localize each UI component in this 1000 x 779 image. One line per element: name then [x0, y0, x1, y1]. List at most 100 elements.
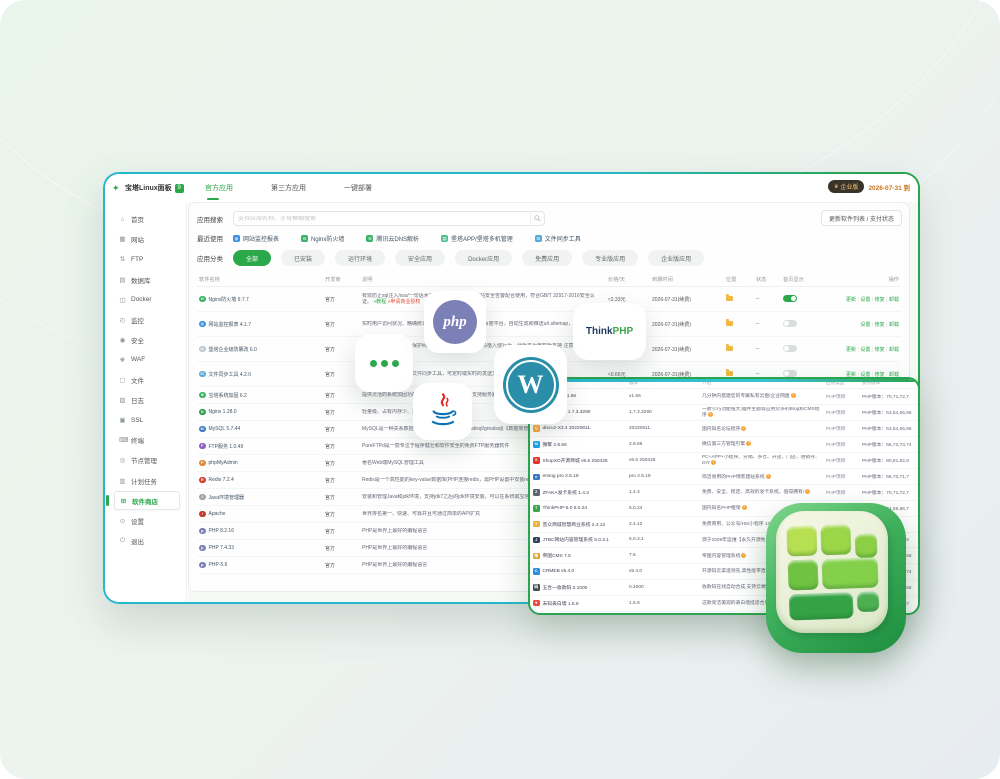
action-设置[interactable]: 设置 [860, 322, 870, 328]
sidebar-item-logs[interactable]: ▧日志 [114, 391, 186, 410]
action-更新[interactable]: 更新 [846, 347, 856, 353]
recent-item-nginx-waf[interactable]: ⊖Nginx防火墙 [301, 234, 344, 243]
app-name[interactable]: ◍网站监控报表 4.1.7 [199, 321, 321, 328]
tab-third-party-apps[interactable]: 第三方应用 [271, 183, 306, 193]
action-修复[interactable]: 修复 [875, 297, 885, 303]
category-installed[interactable]: 已安装 [281, 250, 325, 266]
deploy-app-name[interactable]: Qdiscuz-X3.4 20220811. [533, 425, 623, 432]
sidebar-item-node-manage[interactable]: ◎节点管理 [114, 451, 186, 470]
sidebar-item-terminal[interactable]: ⌨终端 [114, 431, 186, 450]
thinkphp-card: ThinkPHP [573, 303, 646, 360]
help-icon[interactable]: ? [746, 441, 751, 446]
tab-one-click-deploy[interactable]: 一键部署 [344, 183, 372, 193]
app-name[interactable]: ⊖Nginx防火墙 9.7.7 [199, 296, 321, 303]
deploy-app-name[interactable]: 帝帝国CMS 7.5 [533, 552, 623, 559]
sidebar-item-database[interactable]: ▤数据库 [114, 270, 186, 289]
category-pro-apps[interactable]: 专业版应用 [582, 250, 638, 266]
apache-icon: / [199, 511, 206, 518]
table-header: 状态 [754, 273, 781, 287]
home-display-toggle[interactable] [783, 295, 797, 302]
tutorial-link[interactable]: »教程 [373, 299, 386, 305]
app-name[interactable]: pPHP-5.6 [199, 562, 321, 569]
sidebar-item-home[interactable]: ⌂首页 [114, 210, 186, 229]
search-icon[interactable] [530, 211, 544, 226]
sidebar-item-waf[interactable]: ❋WAF [114, 351, 186, 370]
action-设置[interactable]: 设置 [860, 297, 870, 303]
help-icon[interactable]: ? [741, 553, 746, 558]
action-设置[interactable]: 设置 [860, 347, 870, 353]
app-name[interactable]: JJava环境管理器 [199, 494, 321, 501]
app-name[interactable]: pPHP 7.4.33 [199, 545, 321, 552]
sidebar-item-site[interactable]: ▦网站 [114, 230, 186, 249]
folder-icon[interactable] [726, 346, 733, 351]
help-icon[interactable]: ? [711, 460, 716, 465]
status-cell: -- [754, 287, 781, 312]
action-更新[interactable]: 更新 [846, 297, 856, 303]
app-name[interactable]: /Apache [199, 511, 321, 518]
deploy-app-name[interactable]: ♥未知表白墙 1.5.9 [533, 600, 623, 607]
home-display-toggle[interactable] [783, 320, 797, 327]
sidebar-item-cron[interactable]: ▥计划任务 [114, 471, 186, 490]
deploy-app-name[interactable]: Y芸众商城智慧商业系统 2.4.12 [533, 521, 623, 528]
sidebar-item-files[interactable]: ▢文件 [114, 371, 186, 390]
deploy-version-cell: v6.6 250428 [626, 452, 699, 469]
app-name[interactable]: PphpMyAdmin [199, 460, 321, 467]
app-name[interactable]: RRedis 7.2.4 [199, 477, 321, 484]
home-display-toggle[interactable] [783, 345, 797, 352]
app-name[interactable]: MMySQL 5.7.44 [199, 426, 321, 433]
update-software-list-button[interactable]: 更新软件列表 / 支付状态 [821, 210, 902, 226]
help-icon[interactable]: ? [708, 412, 713, 417]
category-docker-apps[interactable]: Docker应用 [455, 250, 512, 266]
help-icon[interactable]: ? [742, 505, 747, 510]
action-卸载[interactable]: 卸载 [889, 347, 899, 353]
help-icon[interactable]: ? [791, 393, 796, 398]
deploy-app-name[interactable]: TThinkPHP-5.0 5.0.24 [533, 505, 623, 512]
category-security-apps[interactable]: 安全应用 [395, 250, 445, 266]
sidebar-item-ftp[interactable]: ⇅FTP [114, 250, 186, 269]
folder-icon[interactable] [726, 296, 733, 301]
deploy-app-name[interactable]: 码五合一收款码 0.1000 [533, 584, 623, 591]
help-icon[interactable]: ? [805, 489, 810, 494]
sidebar-item-logout[interactable]: ⏻退出 [114, 532, 186, 551]
action-卸载[interactable]: 卸载 [889, 322, 899, 328]
app-name[interactable]: ⊕宝塔系统加固 6.2 [199, 392, 321, 399]
app-name[interactable]: NNginx 1.28.0 [199, 409, 321, 416]
deploy-app-name[interactable]: JJTBC网站内容管理系统 5.0.3.1 [533, 536, 623, 543]
action-修复[interactable]: 修复 [875, 322, 885, 328]
deploy-app-name[interactable]: XShopXO开源商城 v6.6 250428 [533, 457, 623, 464]
help-icon[interactable]: ? [741, 426, 746, 431]
app-name[interactable]: FFTP服务 1.0.49 [199, 443, 321, 450]
sidebar-item-docker[interactable]: ◫Docker [114, 290, 186, 309]
license-link[interactable]: »申请商业授权 [388, 299, 421, 305]
sidebar-item-security[interactable]: ◉安全 [114, 331, 186, 350]
deploy-app-name[interactable]: CCRMEB v5.4.0 [533, 568, 623, 575]
jtbc-icon: J [533, 537, 540, 544]
folder-icon[interactable] [726, 321, 733, 326]
table-row-nginx-waf: ⊖Nginx防火墙 9.7.7官方有效防止sql注入/xss/一句话木马/防采集… [197, 287, 901, 312]
recent-item-tencent-dns[interactable]: ⊜腾讯云DNS解析 [366, 234, 419, 243]
home-display-toggle[interactable] [783, 370, 797, 377]
recent-item-site-monitor-report[interactable]: ◍网站监控报表 [233, 234, 279, 243]
search-input[interactable] [238, 216, 530, 222]
action-修复[interactable]: 修复 [875, 347, 885, 353]
help-icon[interactable]: ? [766, 474, 771, 479]
action-卸载[interactable]: 卸载 [889, 297, 899, 303]
category-all[interactable]: 全部 [233, 250, 271, 266]
recent-item-bt-app[interactable]: ▤堡塔APP/堡塔多机管理 [441, 234, 513, 243]
recent-item-file-sync[interactable]: ⊟文件同步工具 [535, 234, 581, 243]
deploy-app-name[interactable]: eemlog pro 2.5.19 [533, 474, 623, 481]
app-name[interactable]: ▤堡塔企业级防篡改 6.0 [199, 346, 321, 353]
category-runtime[interactable]: 运行环境 [335, 250, 385, 266]
app-name[interactable]: pPHP 8.2.16 [199, 528, 321, 535]
sidebar-item-settings[interactable]: ⊙设置 [114, 511, 186, 530]
deploy-app-name[interactable]: M微擎 2.8.66 [533, 441, 623, 448]
category-enterprise-apps[interactable]: 企业版应用 [648, 250, 704, 266]
deploy-app-name[interactable]: ZZFAKA发卡系统 1.4.3 [533, 489, 623, 496]
sidebar-item-ssl[interactable]: ▣SSL [114, 411, 186, 430]
sidebar-item-app-store[interactable]: ⊞软件商店 [114, 491, 180, 510]
folder-icon[interactable] [726, 371, 733, 376]
sidebar-item-monitor[interactable]: ◴监控 [114, 310, 186, 329]
app-name[interactable]: ⊟文件同步工具 4.2.0 [199, 371, 321, 378]
tab-official-apps[interactable]: 官方应用 [205, 183, 233, 193]
category-free-apps[interactable]: 免费应用 [522, 250, 572, 266]
